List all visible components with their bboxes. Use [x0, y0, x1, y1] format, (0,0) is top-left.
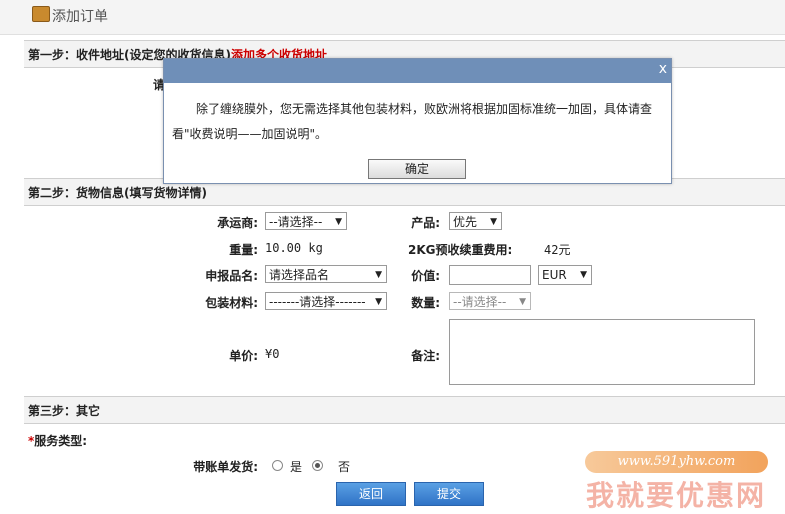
chevron-down-icon: ▼	[490, 217, 497, 227]
chevron-down-icon: ▼	[519, 297, 526, 307]
declare-label: 申报品名:	[205, 269, 258, 283]
carrier-select-value: --请选择--	[269, 215, 323, 229]
notice-dialog: x 除了缠绕膜外，您无需选择其他包装材料，败欧洲将根据加固标准统一加固，具体请查…	[163, 58, 672, 184]
bill-label: 带账单发货:	[193, 460, 258, 474]
page-title: 添加订单	[52, 9, 108, 25]
carrier-label: 承运商:	[217, 216, 258, 230]
watermark-name: 我就要优惠网	[586, 479, 767, 512]
product-select-value: 优先	[453, 215, 478, 229]
fee-value: 42元	[544, 243, 571, 257]
weight-value: 10.00 kg	[265, 241, 323, 255]
confirm-button[interactable]: 确定	[368, 159, 466, 179]
weight-label: 重量:	[229, 243, 258, 257]
fee-label: 2KG预收续重费用:	[408, 243, 513, 257]
close-icon[interactable]: x	[659, 61, 667, 77]
chevron-down-icon: ▼	[580, 270, 587, 280]
bill-no-label[interactable]: 否	[338, 458, 350, 475]
packing-label: 包装材料:	[205, 296, 258, 310]
step3-header: 第三步：其它	[24, 396, 785, 424]
dialog-titlebar: x	[164, 59, 671, 83]
remark-textarea[interactable]	[449, 319, 755, 385]
watermark-url: www.591yhw.com	[585, 451, 768, 473]
carrier-select[interactable]: --请选择-- ▼	[265, 212, 347, 230]
currency-select[interactable]: EUR ▼	[538, 265, 592, 285]
currency-select-value: EUR	[542, 268, 567, 282]
bill-yes-label[interactable]: 是	[290, 458, 302, 475]
page-header: 添加订单	[0, 0, 785, 35]
service-type-label: *服务类型:	[28, 432, 87, 449]
chevron-down-icon: ▼	[335, 217, 342, 227]
step3-title: 第三步：其它	[28, 404, 101, 418]
unit-price-label: 单价:	[229, 349, 258, 363]
qty-select[interactable]: --请选择-- ▼	[449, 292, 531, 310]
price-label: 价值:	[411, 269, 440, 283]
bill-no-radio[interactable]	[312, 460, 323, 471]
back-button[interactable]: 返回	[336, 482, 406, 506]
product-label: 产品:	[411, 216, 440, 230]
remark-label: 备注:	[411, 349, 440, 363]
unit-price-value: ¥0	[265, 347, 280, 361]
dialog-message: 除了缠绕膜外，您无需选择其他包装材料，败欧洲将根据加固标准统一加固，具体请查看"…	[172, 102, 653, 141]
service-type-text: 服务类型:	[34, 434, 88, 448]
declare-select-value: 请选择品名	[269, 268, 330, 282]
step2-title: 第二步：货物信息(填写货物详情)	[28, 186, 207, 200]
product-select[interactable]: 优先 ▼	[449, 212, 502, 230]
bill-yes-radio[interactable]	[272, 460, 283, 471]
order-icon	[32, 6, 50, 22]
qty-label: 数量:	[411, 296, 440, 310]
price-input[interactable]	[449, 265, 531, 285]
qty-select-value: --请选择--	[453, 295, 507, 309]
submit-button[interactable]: 提交	[414, 482, 484, 506]
